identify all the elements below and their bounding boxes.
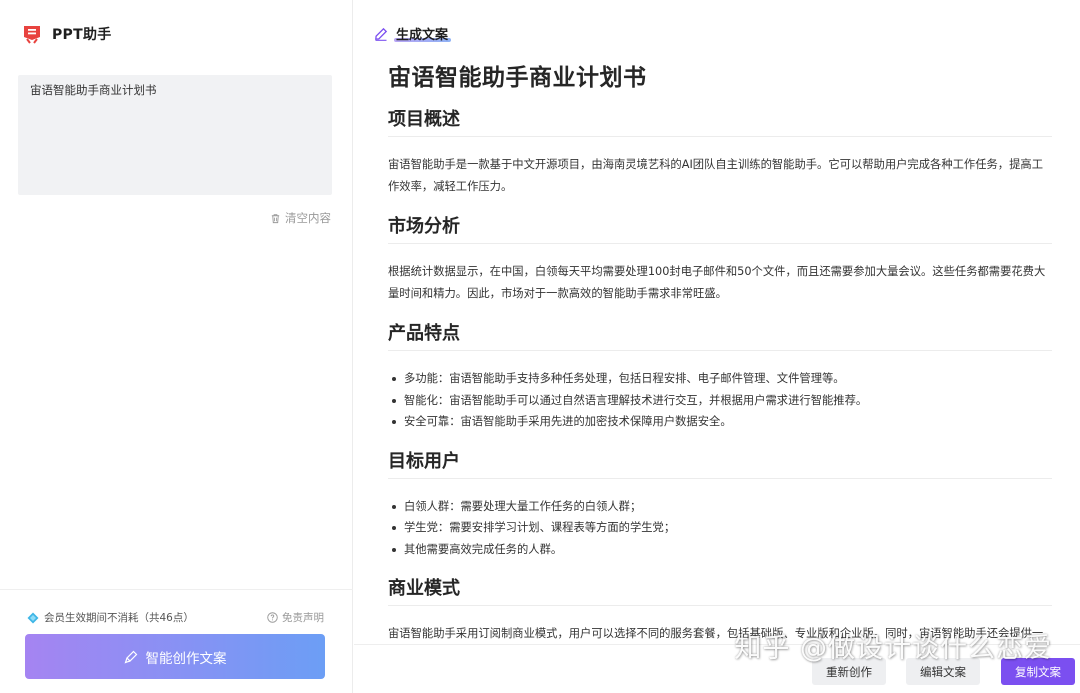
member-note-text: 会员生效期间不消耗（共46点） xyxy=(44,612,194,624)
section-title: 商业模式 xyxy=(388,574,1052,606)
disclaimer-link[interactable]: 免责声明 xyxy=(267,610,324,625)
pencil-icon xyxy=(375,27,388,41)
section-paragraph: 根据统计数据显示，在中国，白领每天平均需要处理100封电子邮件和50个文件，而且… xyxy=(388,265,1046,300)
smart-create-label: 智能创作文案 xyxy=(145,650,227,667)
section-paragraph: 宙语智能助手是一款基于中文开源项目，由海南灵境艺科的AI团队自主训练的智能助手。… xyxy=(388,158,1043,193)
generated-header: 生成文案 xyxy=(374,24,452,43)
clear-content-label: 清空内容 xyxy=(285,211,331,225)
list-item: 安全可靠：宙语智能助手采用先进的加密技术保障用户数据安全。 xyxy=(388,411,1052,433)
regenerate-button[interactable]: 重新创作 xyxy=(812,658,886,685)
member-note: 会员生效期间不消耗（共46点） xyxy=(27,610,194,625)
app-header: PPT助手 xyxy=(22,24,112,44)
section-title: 产品特点 xyxy=(388,319,1052,351)
right-panel: 生成文案 宙语智能助手商业计划书 项目概述 宙语智能助手是一款基于中文开源项目，… xyxy=(354,0,1080,693)
section-title: 市场分析 xyxy=(388,212,1052,244)
document-title: 宙语智能助手商业计划书 xyxy=(388,65,647,91)
generated-document: 宙语智能助手商业计划书 项目概述 宙语智能助手是一款基于中文开源项目，由海南灵境… xyxy=(388,58,1052,644)
list-item: 智能化：宙语智能助手可以通过自然语言理解技术进行交互，并根据用户需求进行智能推荐… xyxy=(388,390,1052,412)
ppt-logo-icon xyxy=(24,26,40,44)
question-circle-icon xyxy=(267,612,278,623)
section-paragraph: 宙语智能助手采用订阅制商业模式，用户可以选择不同的服务套餐，包括基础版、专业版和… xyxy=(388,627,1044,640)
section-title: 项目概述 xyxy=(388,105,1052,137)
app-title: PPT助手 xyxy=(52,27,112,43)
list-item: 学生党：需要安排学习计划、课程表等方面的学生党； xyxy=(388,517,1052,539)
trash-icon xyxy=(271,213,280,223)
left-panel: PPT助手 清空内容 会员生效期间不消耗（共46点） 免责声明 智能创作文案 xyxy=(0,0,353,693)
brush-icon xyxy=(124,650,137,663)
list-item: 多功能：宙语智能助手支持多种任务处理，包括日程安排、电子邮件管理、文件管理等。 xyxy=(388,368,1052,390)
copy-text-button[interactable]: 复制文案 xyxy=(1001,658,1075,685)
section-title: 目标用户 xyxy=(388,447,1052,479)
prompt-input[interactable] xyxy=(18,75,332,195)
edit-copy-button[interactable]: 编辑文案 xyxy=(906,658,980,685)
bullet-list: 白领人群：需要处理大量工作任务的白领人群； 学生党：需要安排学习计划、课程表等方… xyxy=(388,496,1052,561)
smart-create-button[interactable]: 智能创作文案 xyxy=(25,634,325,679)
generated-header-label: 生成文案 xyxy=(393,24,452,43)
diamond-icon xyxy=(27,612,39,623)
list-item: 白领人群：需要处理大量工作任务的白领人群； xyxy=(388,496,1052,518)
list-item: 其他需要高效完成任务的人群。 xyxy=(388,539,1052,561)
disclaimer-label: 免责声明 xyxy=(282,612,324,624)
divider xyxy=(0,589,353,590)
bullet-list: 多功能：宙语智能助手支持多种任务处理，包括日程安排、电子邮件管理、文件管理等。 … xyxy=(388,368,1052,433)
clear-content-button[interactable]: 清空内容 xyxy=(270,210,331,226)
